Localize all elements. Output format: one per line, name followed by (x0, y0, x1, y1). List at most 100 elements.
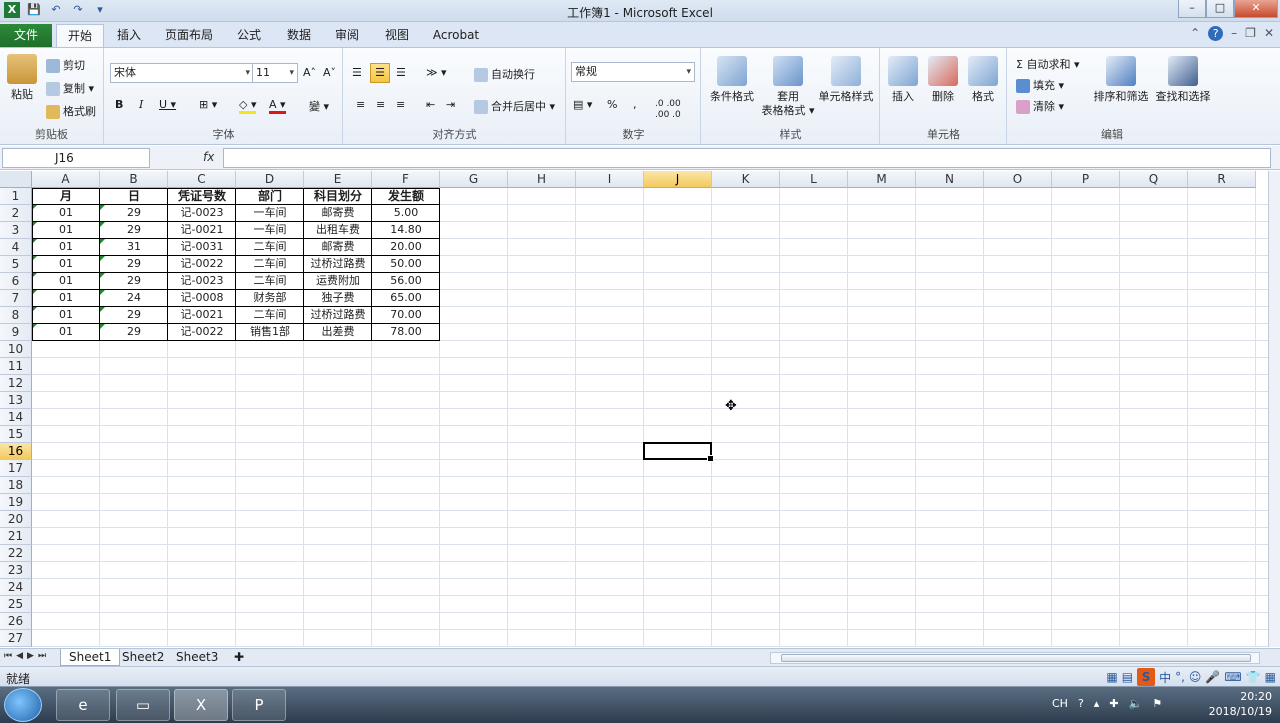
sort-filter-button[interactable]: 排序和筛选 (1090, 56, 1152, 104)
table-cell[interactable]: 一车间 (236, 222, 304, 239)
minimize-button[interactable]: – (1178, 0, 1206, 18)
close-button[interactable]: ✕ (1234, 0, 1278, 18)
insert-sheet-icon[interactable]: ✚ (226, 649, 252, 666)
underline-button[interactable]: U ▾ (159, 98, 176, 111)
format-cells-button[interactable]: 格式 (965, 56, 1001, 104)
prev-sheet-icon[interactable]: ◀ (16, 651, 23, 661)
row-header-5[interactable]: 5 (0, 256, 32, 273)
table-cell[interactable]: 29 (100, 307, 168, 324)
start-button[interactable] (4, 688, 42, 722)
increase-indent-button[interactable]: ⇥ (446, 98, 455, 111)
column-header-Q[interactable]: Q (1120, 171, 1188, 188)
table-cell[interactable]: 5.00 (372, 205, 440, 222)
percent-button[interactable]: % (607, 98, 617, 111)
table-cell[interactable]: 记-0031 (168, 239, 236, 256)
tab-data[interactable]: 数据 (278, 24, 320, 47)
format-painter-button[interactable]: 格式刷 (46, 103, 96, 119)
table-cell[interactable]: 邮寄费 (304, 205, 372, 222)
row-header-25[interactable]: 25 (0, 596, 32, 613)
keyboard-icon[interactable]: ⌨ (1224, 670, 1241, 684)
format-as-table-button[interactable]: 套用 表格格式 ▾ (758, 56, 818, 118)
row-header-16[interactable]: 16 (0, 443, 32, 460)
column-header-M[interactable]: M (848, 171, 916, 188)
wrap-text-button[interactable]: 自动换行 (474, 66, 535, 82)
column-header-F[interactable]: F (372, 171, 440, 188)
formula-input[interactable] (223, 148, 1271, 168)
help-tray-icon[interactable]: ? (1078, 697, 1084, 710)
clear-button[interactable]: 清除 ▾ (1016, 98, 1064, 114)
table-cell[interactable]: 二车间 (236, 239, 304, 256)
first-sheet-icon[interactable]: ⏮ (4, 651, 12, 661)
table-cell[interactable]: 65.00 (372, 290, 440, 307)
table-cell[interactable]: 一车间 (236, 205, 304, 222)
accounting-format-button[interactable]: ▤ ▾ (573, 98, 592, 111)
horizontal-scroll-thumb[interactable] (781, 654, 1251, 662)
tab-page-layout[interactable]: 页面布局 (158, 24, 220, 47)
row-header-27[interactable]: 27 (0, 630, 32, 647)
column-header-A[interactable]: A (32, 171, 100, 188)
table-cell[interactable]: 记-0023 (168, 273, 236, 290)
horizontal-scrollbar[interactable] (770, 652, 1260, 664)
row-header-8[interactable]: 8 (0, 307, 32, 324)
merge-center-button[interactable]: 合并后居中 ▾ (474, 98, 555, 114)
sogou-ime-icon[interactable]: S (1137, 668, 1156, 686)
table-cell[interactable]: 二车间 (236, 273, 304, 290)
table-cell[interactable]: 31 (100, 239, 168, 256)
row-header-10[interactable]: 10 (0, 341, 32, 358)
row-header-21[interactable]: 21 (0, 528, 32, 545)
tab-view[interactable]: 视图 (376, 24, 418, 47)
table-cell[interactable]: 14.80 (372, 222, 440, 239)
row-header-2[interactable]: 2 (0, 205, 32, 222)
tab-insert[interactable]: 插入 (108, 24, 150, 47)
column-header-J[interactable]: J (644, 171, 712, 188)
row-header-7[interactable]: 7 (0, 290, 32, 307)
table-cell[interactable]: 29 (100, 256, 168, 273)
table-cell[interactable]: 01 (32, 307, 100, 324)
table-cell[interactable]: 01 (32, 324, 100, 341)
fx-icon[interactable]: fx (203, 150, 214, 164)
microphone-icon[interactable]: 🎤 (1205, 670, 1220, 684)
row-header-11[interactable]: 11 (0, 358, 32, 375)
row-header-24[interactable]: 24 (0, 579, 32, 596)
decrease-indent-button[interactable]: ⇤ (426, 98, 435, 111)
punctuation-icon[interactable]: °, (1175, 670, 1185, 684)
align-top-button[interactable]: ☰ (352, 66, 362, 79)
table-header-cell[interactable]: 日 (100, 188, 168, 205)
border-button[interactable]: ⊞ ▾ (199, 98, 217, 111)
bold-button[interactable]: B (115, 98, 123, 111)
emoji-icon[interactable]: ☺ (1189, 670, 1202, 684)
font-size-combo[interactable]: 11 (252, 63, 298, 83)
volume-icon[interactable]: 🔈 (1129, 697, 1143, 710)
taskbar-ie-icon[interactable]: e (56, 689, 110, 721)
name-box[interactable]: J16 (2, 148, 150, 168)
table-cell[interactable]: 记-0023 (168, 205, 236, 222)
number-format-combo[interactable]: 常规 (571, 62, 695, 82)
table-cell[interactable]: 70.00 (372, 307, 440, 324)
table-cell[interactable]: 二车间 (236, 256, 304, 273)
paste-button[interactable]: 粘贴 (4, 54, 40, 102)
doc-minimize-icon[interactable]: – (1231, 26, 1237, 41)
grow-font-button[interactable]: A˄ (303, 66, 316, 79)
column-header-D[interactable]: D (236, 171, 304, 188)
column-header-R[interactable]: R (1188, 171, 1256, 188)
phonetic-button[interactable]: 變 ▾ (309, 98, 329, 114)
table-cell[interactable]: 过桥过路费 (304, 307, 372, 324)
column-header-K[interactable]: K (712, 171, 780, 188)
shrink-font-button[interactable]: A˅ (323, 66, 336, 79)
column-header-O[interactable]: O (984, 171, 1052, 188)
align-left-button[interactable]: ≡ (356, 98, 365, 111)
row-header-20[interactable]: 20 (0, 511, 32, 528)
last-sheet-icon[interactable]: ⏭ (38, 651, 46, 661)
tab-acrobat[interactable]: Acrobat (426, 24, 486, 47)
user-icon[interactable]: 👕 (1246, 670, 1261, 684)
flag-icon[interactable]: ⚑ (1152, 697, 1162, 710)
comma-button[interactable]: , (633, 98, 637, 111)
align-middle-button[interactable]: ☰ (370, 63, 390, 83)
font-name-combo[interactable]: 宋体 (110, 63, 254, 83)
table-cell[interactable]: 56.00 (372, 273, 440, 290)
sheet-tab-2[interactable]: Sheet2 (114, 649, 172, 666)
find-select-button[interactable]: 查找和选择 (1152, 56, 1214, 104)
table-cell[interactable]: 24 (100, 290, 168, 307)
row-header-14[interactable]: 14 (0, 409, 32, 426)
page-layout-view-icon[interactable]: ▤ (1122, 670, 1133, 684)
